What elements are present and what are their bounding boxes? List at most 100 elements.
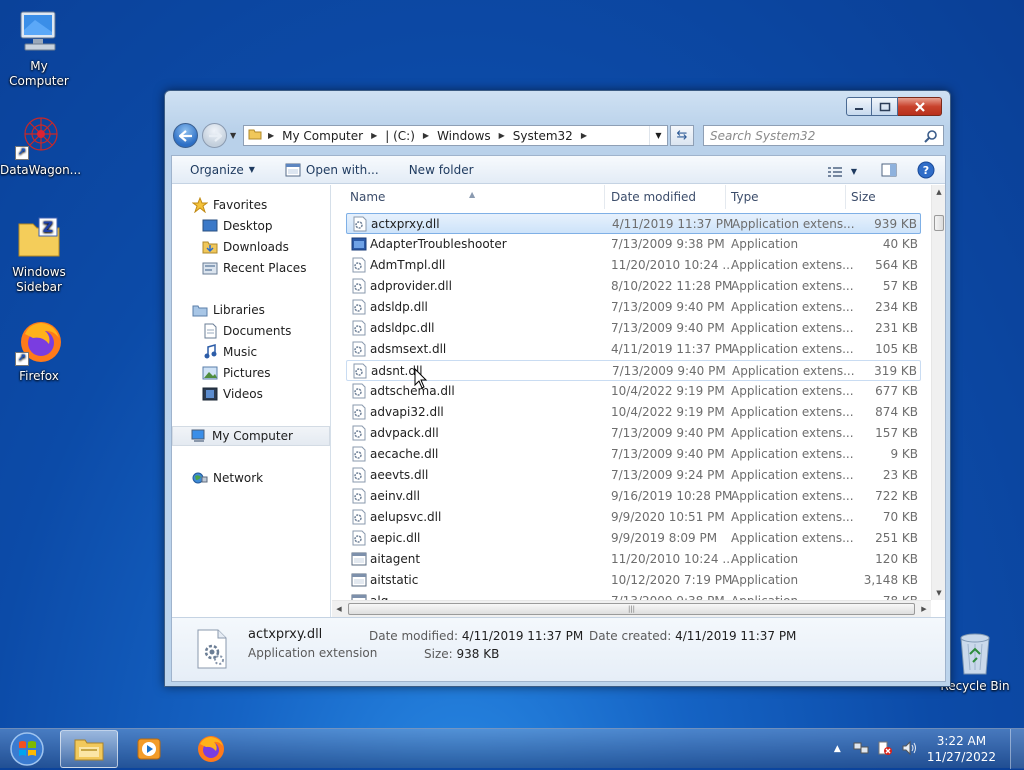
scroll-down-icon[interactable]: ▼ <box>932 586 946 600</box>
file-row[interactable]: adtschema.dll 10/4/2022 9:19 PM Applicatio… <box>346 381 921 402</box>
nav-my-computer[interactable]: My Computer <box>172 426 330 446</box>
search-input[interactable]: Search System32 <box>703 125 944 146</box>
column-date-modified[interactable]: Date modified <box>606 185 726 209</box>
open-with-button[interactable]: Open with... <box>285 163 379 177</box>
preview-pane-button[interactable] <box>881 163 897 180</box>
file-row[interactable]: adsnt.dll 7/13/2009 9:40 PM Application ex… <box>346 360 921 381</box>
dll-file-icon <box>351 509 367 525</box>
address-bar[interactable]: ▶ My Computer ▶ | (C:) ▶ Windows ▶ Syste… <box>243 125 668 146</box>
show-desktop-button[interactable] <box>1010 729 1024 769</box>
show-hidden-icons-icon[interactable]: ▲ <box>834 744 841 754</box>
close-button[interactable] <box>898 97 942 116</box>
horizontal-scroll-thumb[interactable]: ||| <box>348 603 915 615</box>
file-row[interactable]: aitagent 11/20/2010 10:24 ... Application 1… <box>346 549 921 570</box>
chevron-right-icon[interactable]: ▶ <box>581 131 587 140</box>
details-label: Size: <box>424 647 453 661</box>
help-icon: ? <box>917 161 935 179</box>
details-date-created: Date created: 4/11/2019 11:37 PM <box>589 629 796 643</box>
file-row[interactable]: advpack.dll 7/13/2009 9:40 PM Application … <box>346 423 921 444</box>
organize-button[interactable]: Organize ▼ <box>190 163 255 177</box>
file-row[interactable]: aitstatic 10/12/2020 7:19 PM Application 3,… <box>346 570 921 591</box>
column-size[interactable]: Size <box>846 185 926 209</box>
file-size: 23 KB <box>882 468 918 482</box>
column-type[interactable]: Type <box>726 185 846 209</box>
breadcrumb-windows[interactable]: Windows <box>437 129 491 143</box>
column-name[interactable]: Name ▲ <box>345 185 605 209</box>
desktop-icon-my-computer[interactable]: My Computer <box>0 8 78 89</box>
help-button[interactable]: ? <box>917 161 935 182</box>
music-icon <box>202 344 218 360</box>
chevron-right-icon[interactable]: ▶ <box>371 131 377 140</box>
column-header-row: Name ▲ Date modified Type Size <box>332 185 931 209</box>
documents-icon <box>202 323 218 339</box>
refresh-button[interactable]: ⇆ <box>670 125 694 146</box>
file-row[interactable]: adsldp.dll 7/13/2009 9:40 PM Application e… <box>346 297 921 318</box>
file-date-modified: 4/11/2019 11:37 PM <box>611 342 733 356</box>
nav-pictures[interactable]: Pictures <box>172 363 330 383</box>
file-row[interactable]: aecache.dll 7/13/2009 9:40 PM Application … <box>346 444 921 465</box>
horizontal-scrollbar[interactable]: ◀ ||| ▶ <box>332 600 931 617</box>
minimize-button[interactable] <box>846 97 872 116</box>
scroll-up-icon[interactable]: ▲ <box>932 185 946 199</box>
file-row[interactable]: aeevts.dll 7/13/2009 9:24 PM Application e… <box>346 465 921 486</box>
file-date-modified: 7/13/2009 9:24 PM <box>611 468 725 482</box>
svg-text:Z: Z <box>43 220 53 236</box>
open-with-label: Open with... <box>305 162 379 177</box>
file-row[interactable]: adsldpc.dll 7/13/2009 9:40 PM Application … <box>346 318 921 339</box>
scroll-right-icon[interactable]: ▶ <box>917 601 931 617</box>
file-row[interactable]: AdapterTroubleshooter 7/13/2009 9:38 PM Ap… <box>346 234 921 255</box>
taskbar-explorer[interactable] <box>60 730 118 768</box>
recent-pages-dropdown[interactable]: ▼ <box>230 131 236 140</box>
file-row[interactable]: adsmsext.dll 4/11/2019 11:37 PM Applicatio… <box>346 339 921 360</box>
command-bar: Organize ▼ Open with... New folder ▼ ? <box>172 156 945 184</box>
network-status-icon[interactable] <box>853 740 869 759</box>
desktop-icon-windows-sidebar[interactable]: Z Windows Sidebar <box>0 214 78 295</box>
nav-downloads[interactable]: Downloads <box>172 237 330 257</box>
change-view-button[interactable]: ▼ <box>827 166 857 178</box>
file-date-modified: 10/12/2020 7:19 PM <box>611 573 733 587</box>
file-date-modified: 11/20/2010 10:24 ... <box>611 552 734 566</box>
address-dropdown-icon[interactable]: ▼ <box>649 126 667 145</box>
nav-documents[interactable]: Documents <box>172 321 330 341</box>
file-size: 9 KB <box>890 447 918 461</box>
back-button[interactable] <box>173 123 198 148</box>
maximize-button[interactable] <box>872 97 898 116</box>
scroll-left-icon[interactable]: ◀ <box>332 601 346 617</box>
scroll-thumb[interactable] <box>934 215 944 231</box>
breadcrumb-c-drive[interactable]: | (C:) <box>385 129 415 143</box>
file-date-modified: 9/9/2019 8:09 PM <box>611 531 718 545</box>
file-row[interactable]: actxprxy.dll 4/11/2019 11:37 PM Applicatio… <box>346 213 921 234</box>
chevron-right-icon[interactable]: ▶ <box>423 131 429 140</box>
nav-network[interactable]: Network <box>172 468 330 488</box>
action-center-icon[interactable] <box>877 740 893 759</box>
forward-button[interactable] <box>202 123 227 148</box>
desktop-icon-datawagon[interactable]: ↗ DataWagon... <box>0 112 81 178</box>
nav-recent-places[interactable]: Recent Places <box>172 258 330 278</box>
new-folder-button[interactable]: New folder <box>409 163 474 177</box>
file-row[interactable]: AdmTmpl.dll 11/20/2010 10:24 ... Applicati… <box>346 255 921 276</box>
firefox-icon: ↗ <box>15 318 63 366</box>
taskbar-firefox[interactable] <box>182 730 240 768</box>
chevron-right-icon[interactable]: ▶ <box>499 131 505 140</box>
vertical-scrollbar[interactable]: ▲ ▼ <box>931 185 945 600</box>
breadcrumb-system32[interactable]: System32 <box>513 129 573 143</box>
volume-icon[interactable] <box>901 740 917 759</box>
desktop-icon-firefox[interactable]: ↗ Firefox <box>0 318 78 384</box>
breadcrumb-my-computer[interactable]: My Computer <box>282 129 363 143</box>
nav-label: Documents <box>223 324 292 338</box>
file-size: 874 KB <box>875 405 918 419</box>
nav-desktop[interactable]: Desktop <box>172 216 330 236</box>
file-row[interactable]: aepic.dll 9/9/2019 8:09 PM Application ext… <box>346 528 921 549</box>
file-row[interactable]: aeinv.dll 9/16/2019 10:28 PM Application e… <box>346 486 921 507</box>
file-row[interactable]: advapi32.dll 10/4/2022 9:19 PM Application… <box>346 402 921 423</box>
nav-favorites[interactable]: Favorites <box>172 195 330 215</box>
chevron-right-icon[interactable]: ▶ <box>268 131 274 140</box>
nav-videos[interactable]: Videos <box>172 384 330 404</box>
clock[interactable]: 3:22 AM 11/27/2022 <box>927 733 996 765</box>
nav-libraries[interactable]: Libraries <box>172 300 330 320</box>
file-row[interactable]: adprovider.dll 8/10/2022 11:28 PM Applicat… <box>346 276 921 297</box>
start-button[interactable] <box>6 731 50 767</box>
nav-music[interactable]: Music <box>172 342 330 362</box>
file-row[interactable]: aelupsvc.dll 9/9/2020 10:51 PM Application… <box>346 507 921 528</box>
taskbar-media-player[interactable] <box>120 730 178 768</box>
